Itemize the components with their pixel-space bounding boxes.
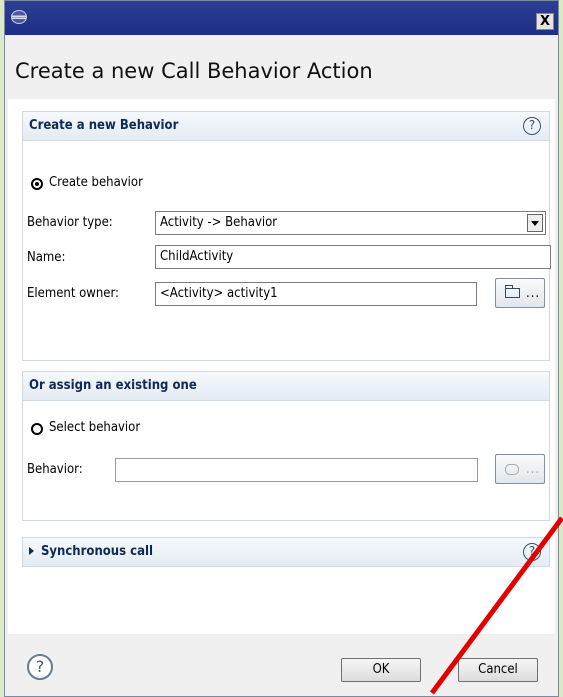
dialog-content: Create a new Behavior ? Create behavior … [8, 99, 555, 634]
title-bar[interactable]: X [5, 1, 558, 35]
dialog-title: Create a new Call Behavior Action [15, 59, 373, 83]
help-icon[interactable]: ? [27, 654, 53, 680]
select-behavior-radio[interactable] [31, 423, 43, 435]
dialog-window: X Create a new Call Behavior Action Crea… [4, 0, 559, 697]
expand-arrow-icon[interactable] [29, 547, 34, 555]
behavior-label: Behavior: [27, 462, 83, 477]
create-behavior-header: Create a new Behavior ? [23, 112, 549, 141]
element-owner-field[interactable]: <Activity> activity1 [155, 282, 477, 306]
chevron-down-icon[interactable] [527, 214, 543, 232]
select-behavior-label: Select behavior [49, 420, 141, 435]
browse-behavior-button[interactable]: ... [495, 454, 545, 484]
section-title: Or assign an existing one [29, 378, 197, 393]
name-label: Name: [27, 250, 66, 265]
browse-owner-button[interactable]: ... [495, 278, 545, 308]
help-icon[interactable]: ? [523, 543, 541, 561]
behavior-type-select[interactable]: Activity -> Behavior [155, 211, 546, 235]
folder-icon [505, 285, 520, 298]
create-behavior-label: Create behavior [49, 175, 143, 190]
section-title: Create a new Behavior [29, 118, 179, 133]
name-input[interactable]: ChildActivity [155, 245, 551, 269]
button-bar: ? OK Cancel [5, 634, 558, 696]
ok-button[interactable]: OK [341, 658, 421, 682]
element-owner-label: Element owner: [27, 286, 119, 301]
behavior-type-value: Activity -> Behavior [160, 215, 278, 230]
section-title: Synchronous call [41, 544, 153, 559]
assign-behavior-header: Or assign an existing one [23, 372, 549, 401]
assign-behavior-section: Or assign an existing one Select behavio… [22, 371, 550, 521]
create-behavior-radio[interactable] [31, 178, 43, 190]
synchronous-call-header[interactable]: Synchronous call ? [23, 538, 549, 566]
help-icon[interactable]: ? [523, 117, 541, 135]
eclipse-icon [11, 10, 27, 24]
cancel-button[interactable]: Cancel [458, 658, 538, 682]
behavior-field[interactable] [115, 458, 478, 482]
behavior-icon [505, 464, 519, 475]
name-value: ChildActivity [160, 249, 234, 264]
close-button[interactable]: X [536, 13, 554, 30]
behavior-type-label: Behavior type: [27, 215, 113, 230]
create-behavior-section: Create a new Behavior ? Create behavior … [22, 111, 551, 361]
synchronous-call-section: Synchronous call ? [22, 537, 550, 567]
element-owner-value: <Activity> activity1 [160, 286, 278, 301]
